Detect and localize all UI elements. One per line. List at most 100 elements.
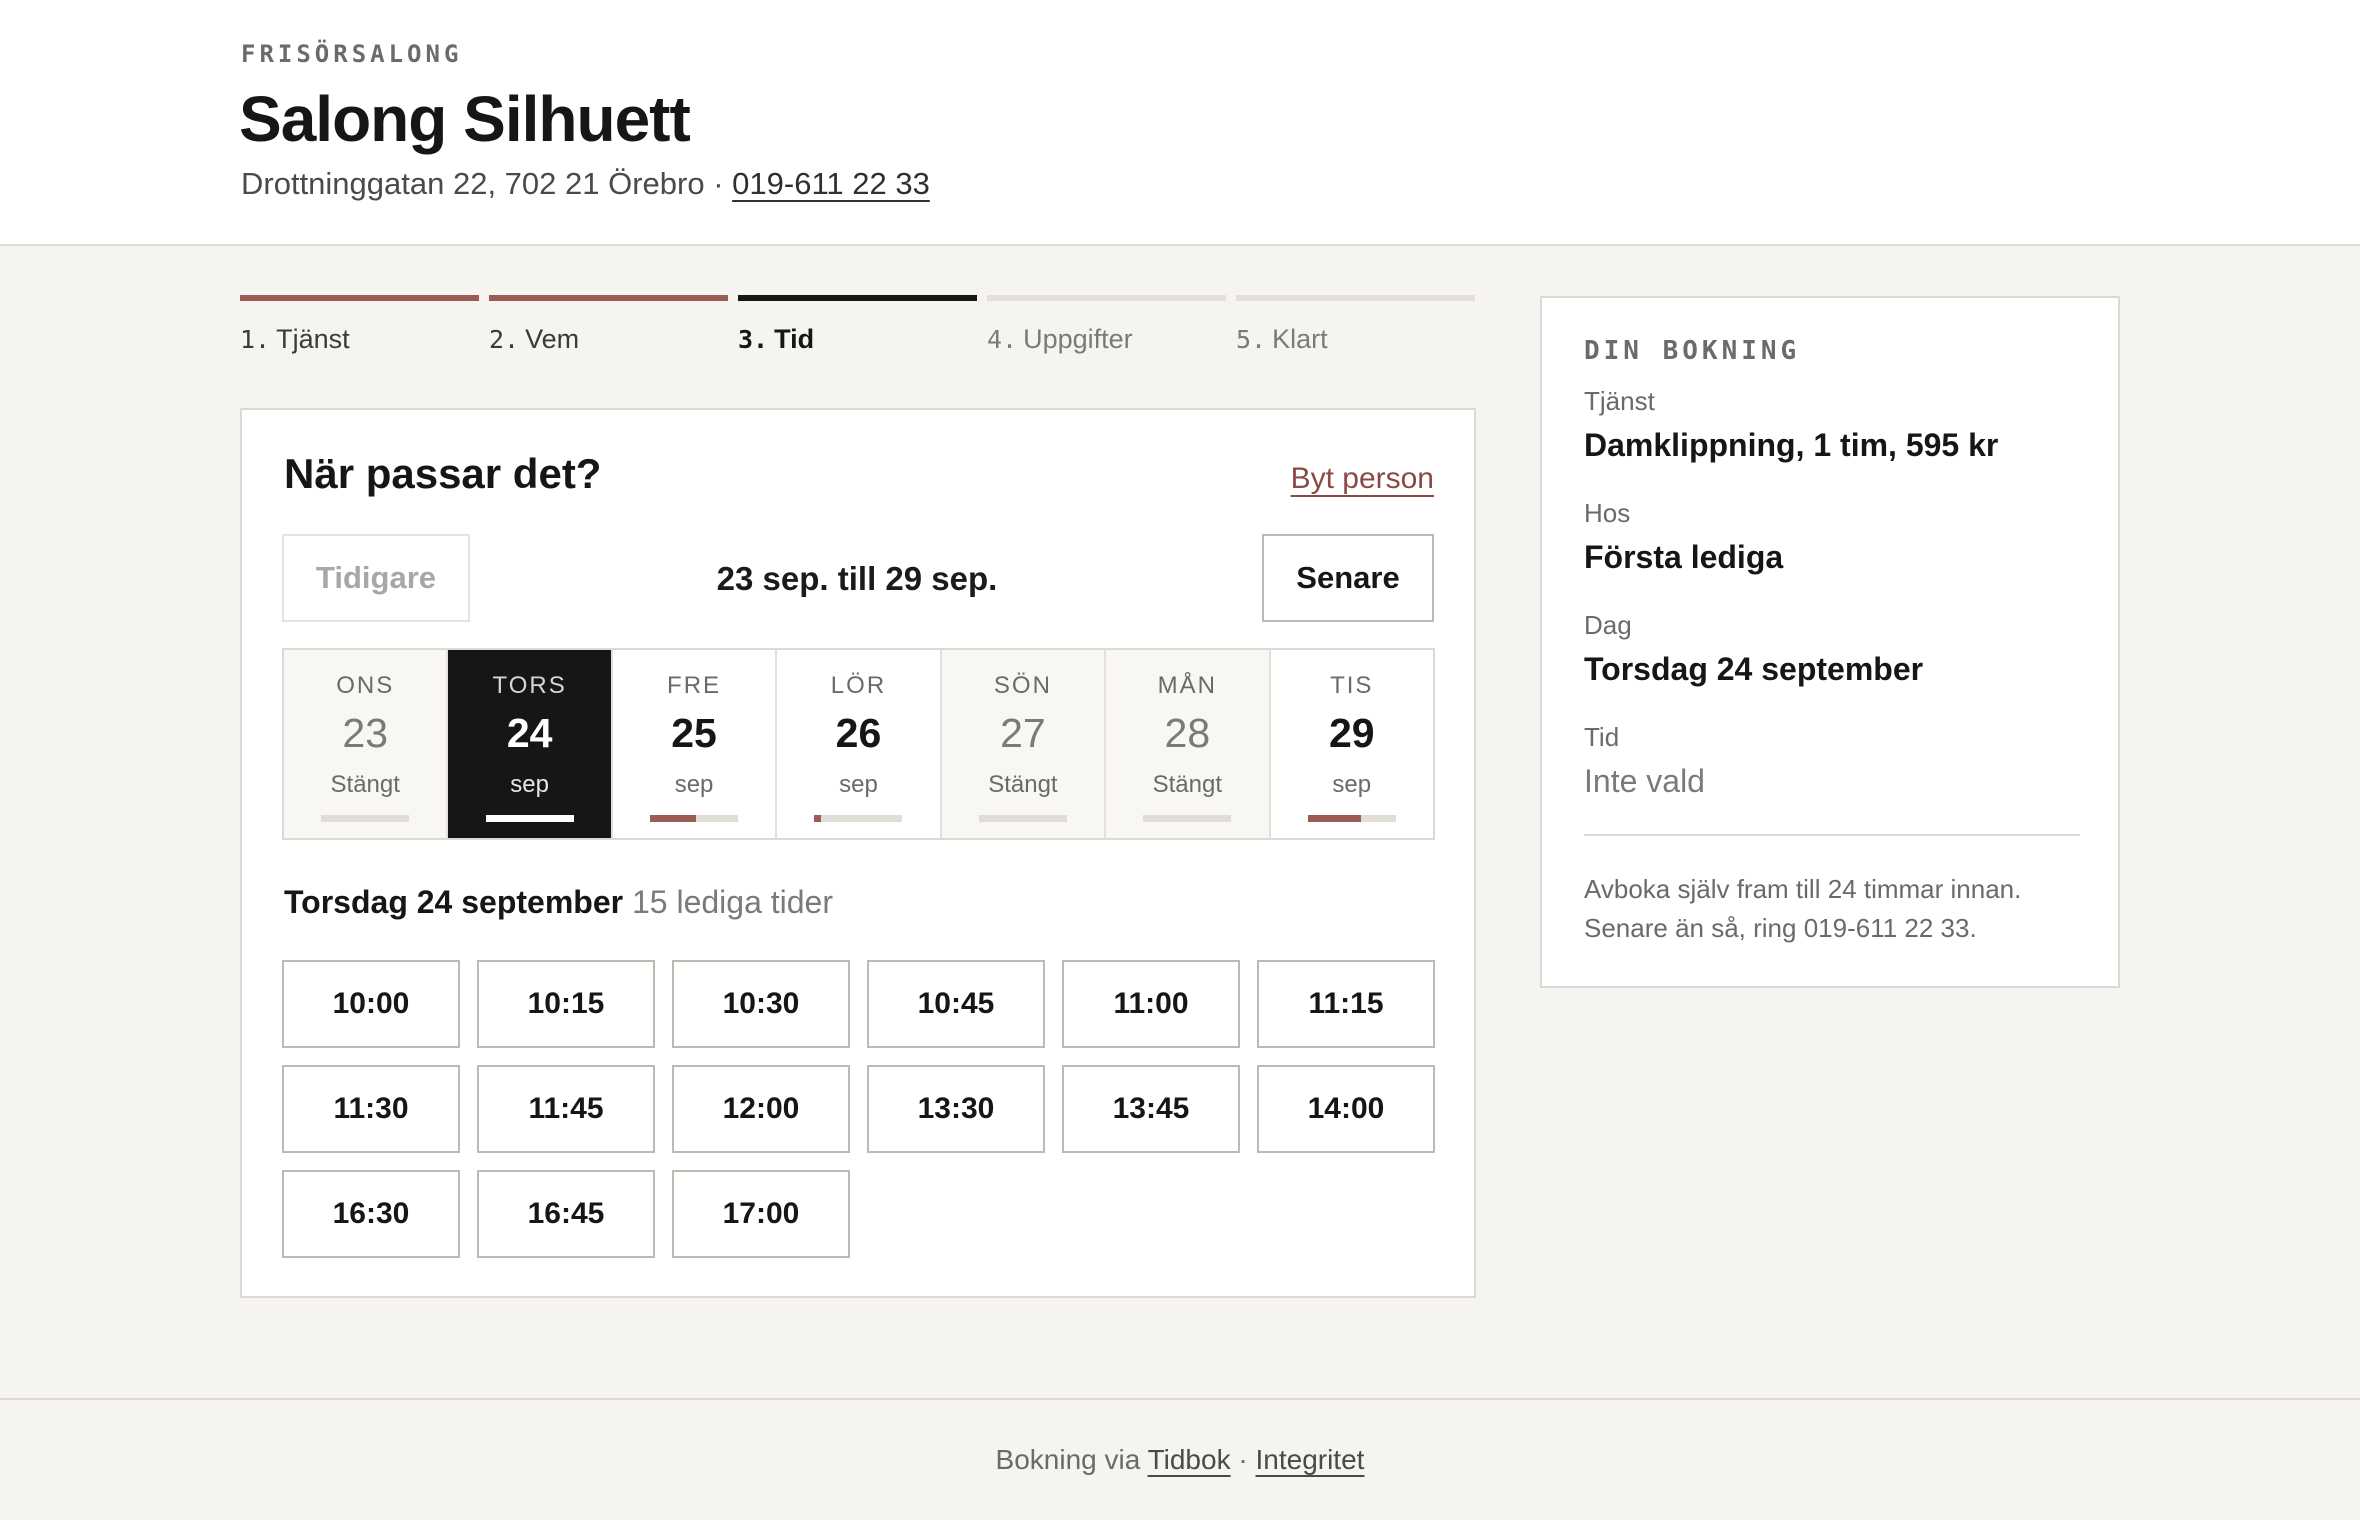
- footer-separator: ·: [1230, 1444, 1256, 1475]
- step-text: Tid: [774, 324, 815, 354]
- availability-meter: [978, 815, 1067, 822]
- step-3: 3. Tid: [738, 295, 977, 355]
- day-27: SÖN 27 Stängt: [941, 650, 1107, 838]
- availability-fill: [650, 815, 696, 822]
- address-text: Drottninggatan 22, 702 21 Örebro ·: [241, 166, 733, 201]
- day-name: MÅN: [1157, 672, 1217, 699]
- time-slot-button[interactable]: 17:00: [672, 1170, 850, 1258]
- time-slot-button[interactable]: 11:45: [477, 1065, 655, 1153]
- day-29[interactable]: TIS 29 sep: [1271, 650, 1433, 838]
- summary-day-value: Torsdag 24 september: [1584, 651, 1924, 687]
- slots-date: Torsdag 24 september: [284, 884, 624, 920]
- day-subtitle: Stängt: [1152, 771, 1223, 798]
- time-slot-button[interactable]: 10:45: [867, 960, 1045, 1048]
- salon-name: Salong Silhuett: [239, 83, 691, 155]
- summary-time: Tid Inte vald: [1584, 722, 1705, 800]
- availability-meter: [814, 815, 903, 822]
- day-subtitle: Stängt: [988, 771, 1058, 798]
- time-slot-button[interactable]: 13:30: [867, 1065, 1045, 1153]
- step-5: 5. Klart: [1236, 295, 1475, 355]
- availability-meter: [650, 815, 739, 822]
- step-bar: [987, 295, 1226, 301]
- summary-divider: [1584, 834, 2080, 836]
- day-28: MÅN 28 Stängt: [1106, 650, 1271, 838]
- step-bar: [738, 295, 977, 301]
- availability-meter: [485, 815, 574, 822]
- availability-meter: [1143, 815, 1232, 822]
- salon-category: FRISÖRSALONG: [241, 40, 463, 68]
- phone-link[interactable]: 019-611 22 33: [732, 166, 930, 201]
- change-person-link[interactable]: Byt person: [1291, 462, 1434, 496]
- summary-with-label: Hos: [1584, 498, 1631, 528]
- time-slot-button[interactable]: 11:00: [1062, 960, 1240, 1048]
- time-slot-button[interactable]: 10:30: [672, 960, 850, 1048]
- time-slot-button[interactable]: 12:00: [672, 1065, 850, 1153]
- next-week-button[interactable]: Senare: [1262, 534, 1434, 622]
- summary-service-value: Damklippning, 1 tim, 595 kr: [1584, 427, 1999, 463]
- step-2[interactable]: 2. Vem: [489, 295, 728, 355]
- time-slot-button[interactable]: 10:00: [282, 960, 460, 1048]
- time-slot-button[interactable]: 10:15: [477, 960, 655, 1048]
- step-number: 5.: [1236, 325, 1267, 354]
- time-slot-button[interactable]: 14:00: [1257, 1065, 1435, 1153]
- day-number: 27: [1000, 710, 1046, 756]
- day-name: SÖN: [993, 672, 1052, 699]
- availability-fill: [485, 815, 574, 822]
- step-text: Klart: [1272, 324, 1328, 354]
- time-slot-button[interactable]: 16:45: [477, 1170, 655, 1258]
- step-1[interactable]: 1. Tjänst: [240, 295, 479, 355]
- week-range: 23 sep. till 29 sep.: [716, 560, 998, 597]
- day-number: 28: [1164, 710, 1211, 756]
- day-name: FRE: [667, 672, 722, 699]
- summary-time-label: Tid: [1584, 722, 1620, 752]
- slots-count: 15 lediga tider: [631, 884, 833, 920]
- day-subtitle: sep: [674, 771, 714, 798]
- day-number: 25: [671, 710, 717, 756]
- time-slot-grid: 10:00 10:15 10:30 10:45 11:00 11:15 11:30 11:45…: [282, 960, 1436, 1258]
- day-number: 23: [342, 710, 389, 756]
- previous-week-button[interactable]: Tidigare: [282, 534, 470, 622]
- step-text: Uppgifter: [1023, 324, 1133, 354]
- time-slot-button[interactable]: 11:15: [1257, 960, 1435, 1048]
- day-25[interactable]: FRE 25 sep: [613, 650, 778, 838]
- time-slot-button[interactable]: 11:30: [282, 1065, 460, 1153]
- day-23: ONS 23 Stängt: [284, 650, 449, 838]
- day-subtitle: sep: [839, 771, 878, 798]
- summary-time-value: Inte vald: [1584, 763, 1705, 799]
- day-subtitle: Stängt: [330, 771, 400, 798]
- day-number: 29: [1328, 710, 1375, 756]
- availability-meter: [1307, 815, 1396, 822]
- day-number: 24: [506, 710, 553, 756]
- booking-title: När passar det?: [284, 450, 602, 497]
- availability-fill: [1307, 815, 1361, 822]
- step-bar: [240, 295, 479, 301]
- time-slot-button[interactable]: 16:30: [282, 1170, 460, 1258]
- summary-with: Hos Första lediga: [1584, 498, 1783, 576]
- day-26[interactable]: LÖR 26 sep: [777, 650, 942, 838]
- summary-day-label: Dag: [1584, 610, 1632, 640]
- step-4: 4. Uppgifter: [987, 295, 1226, 355]
- time-slot-button[interactable]: 13:45: [1062, 1065, 1240, 1153]
- step-number: 1.: [240, 325, 271, 354]
- tidbok-link[interactable]: Tidbok: [1148, 1444, 1231, 1475]
- day-name: TIS: [1330, 672, 1374, 699]
- summary-title: DIN BOKNING: [1584, 336, 1801, 366]
- day-24[interactable]: TORS 24 sep: [448, 650, 613, 838]
- step-label: 4. Uppgifter: [987, 324, 1226, 355]
- day-name: LÖR: [830, 672, 887, 699]
- day-name: TORS: [492, 672, 567, 699]
- cancellation-note: Avboka själv fram till 24 timmar innan. …: [1584, 874, 2022, 943]
- availability-fill: [814, 815, 821, 822]
- summary-with-value: Första lediga: [1584, 539, 1784, 575]
- booking-card: När passar det? Byt person Tidigare 23 s…: [240, 408, 1476, 1298]
- day-strip: ONS 23 Stängt TORS 24 sep FRE 25 sep LÖR 26 sep SÖN 2…: [282, 648, 1435, 840]
- step-label: 1. Tjänst: [240, 324, 479, 355]
- slots-heading: Torsdag 24 september 15 lediga tider: [284, 884, 833, 921]
- step-label: 2. Vem: [489, 324, 728, 355]
- summary-service-label: Tjänst: [1584, 386, 1655, 416]
- step-text: Vem: [525, 324, 580, 354]
- step-number: 2.: [489, 325, 520, 354]
- privacy-link[interactable]: Integritet: [1255, 1444, 1364, 1475]
- day-number: 26: [835, 710, 882, 756]
- salon-address: Drottninggatan 22, 702 21 Örebro · 019-6…: [241, 166, 930, 202]
